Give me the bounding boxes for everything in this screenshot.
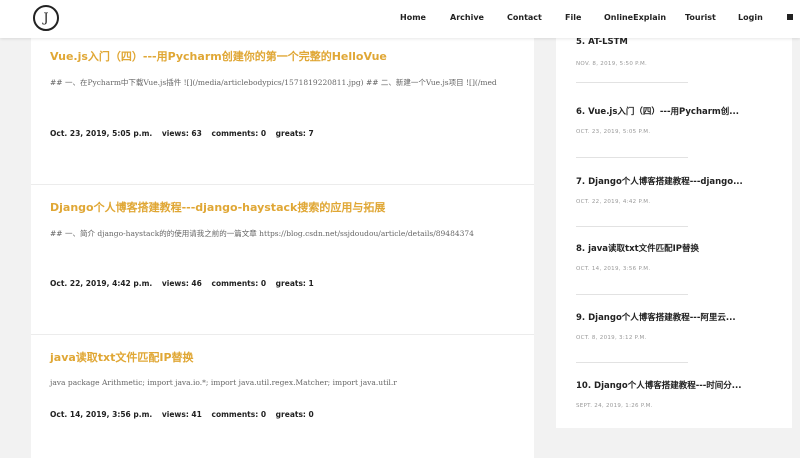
nav-online-explain[interactable]: OnlineExplain <box>604 13 666 22</box>
nav-archive[interactable]: Archive <box>450 13 484 22</box>
recent-post-title[interactable]: 8. java读取txt文件匹配IP替换 <box>576 242 699 254</box>
article-greats: greats: 0 <box>275 410 314 419</box>
menu-toggle-icon[interactable] <box>787 14 793 20</box>
recent-post-date: OCT. 14, 2019, 3:56 P.M. <box>576 266 651 272</box>
article-date: Oct. 14, 2019, 3:56 p.m. <box>50 410 153 419</box>
article-card: java读取txt文件匹配IP替换 java package Arithmeti… <box>31 334 534 458</box>
recent-post-title[interactable]: 10. Django个人博客搭建教程---时间分... <box>576 379 741 391</box>
article-views: views: 41 <box>161 410 202 419</box>
recent-post-title[interactable]: 9. Django个人博客搭建教程---阿里云... <box>576 311 736 323</box>
article-title[interactable]: Vue.js入门（四）---用Pycharm创建你的第一个完整的HelloVue <box>50 48 387 64</box>
recent-post-divider <box>576 226 688 227</box>
article-card: Vue.js入门（四）---用Pycharm创建你的第一个完整的HelloVue… <box>31 38 534 184</box>
article-meta: Oct. 22, 2019, 4:42 p.m. views: 46 comme… <box>50 279 321 288</box>
article-card: Django个人博客搭建教程---django-haystack搜索的应用与拓展… <box>31 184 534 334</box>
recent-posts-sidebar: 5. AT-LSTM NOV. 8, 2019, 5:50 P.M. 6. Vu… <box>556 30 792 428</box>
article-greats: greats: 7 <box>275 129 314 138</box>
nav-file[interactable]: File <box>565 13 581 22</box>
recent-post-title[interactable]: 5. AT-LSTM <box>576 37 628 47</box>
recent-post-date: OCT. 8, 2019, 3:12 P.M. <box>576 335 647 341</box>
article-comments: comments: 0 <box>211 410 267 419</box>
recent-post-date: OCT. 23, 2019, 5:05 P.M. <box>576 129 651 135</box>
top-navbar: J Home Archive Contact File OnlineExplai… <box>0 0 800 38</box>
nav-home[interactable]: Home <box>400 13 426 22</box>
article-comments: comments: 0 <box>211 279 267 288</box>
article-meta: Oct. 14, 2019, 3:56 p.m. views: 41 comme… <box>50 410 321 419</box>
article-views: views: 63 <box>161 129 202 138</box>
recent-post-divider <box>576 294 688 295</box>
nav-contact[interactable]: Contact <box>507 13 542 22</box>
recent-post-date: OCT. 22, 2019, 4:42 P.M. <box>576 199 651 205</box>
recent-post-divider <box>576 82 688 83</box>
article-excerpt: ## 一、在Pycharm中下载Vue.js插件 ![](/media/arti… <box>50 78 497 87</box>
article-excerpt: ## 一、简介 django-haystack的的使用请我之前的一篇文章 htt… <box>50 229 474 238</box>
article-title[interactable]: java读取txt文件匹配IP替换 <box>50 349 194 365</box>
article-views: views: 46 <box>161 279 202 288</box>
article-list: Vue.js入门（四）---用Pycharm创建你的第一个完整的HelloVue… <box>31 38 534 458</box>
recent-post-date: NOV. 8, 2019, 5:50 P.M. <box>576 61 648 67</box>
recent-post-date: SEPT. 24, 2019, 1:26 P.M. <box>576 403 653 409</box>
article-comments: comments: 0 <box>211 129 267 138</box>
article-title[interactable]: Django个人博客搭建教程---django-haystack搜索的应用与拓展 <box>50 199 385 215</box>
recent-post-divider <box>576 362 688 363</box>
article-greats: greats: 1 <box>275 279 314 288</box>
main-nav: Home Archive Contact File OnlineExplain … <box>0 13 800 27</box>
nav-tourist[interactable]: Tourist <box>685 13 716 22</box>
article-date: Oct. 22, 2019, 4:42 p.m. <box>50 279 153 288</box>
article-date: Oct. 23, 2019, 5:05 p.m. <box>50 129 153 138</box>
recent-post-title[interactable]: 7. Django个人博客搭建教程---django... <box>576 175 743 187</box>
recent-post-divider <box>576 157 688 158</box>
nav-login[interactable]: Login <box>738 13 763 22</box>
article-excerpt: java package Arithmetic; import java.io.… <box>50 378 397 387</box>
recent-post-title[interactable]: 6. Vue.js入门（四）---用Pycharm创... <box>576 105 739 117</box>
article-meta: Oct. 23, 2019, 5:05 p.m. views: 63 comme… <box>50 129 321 138</box>
